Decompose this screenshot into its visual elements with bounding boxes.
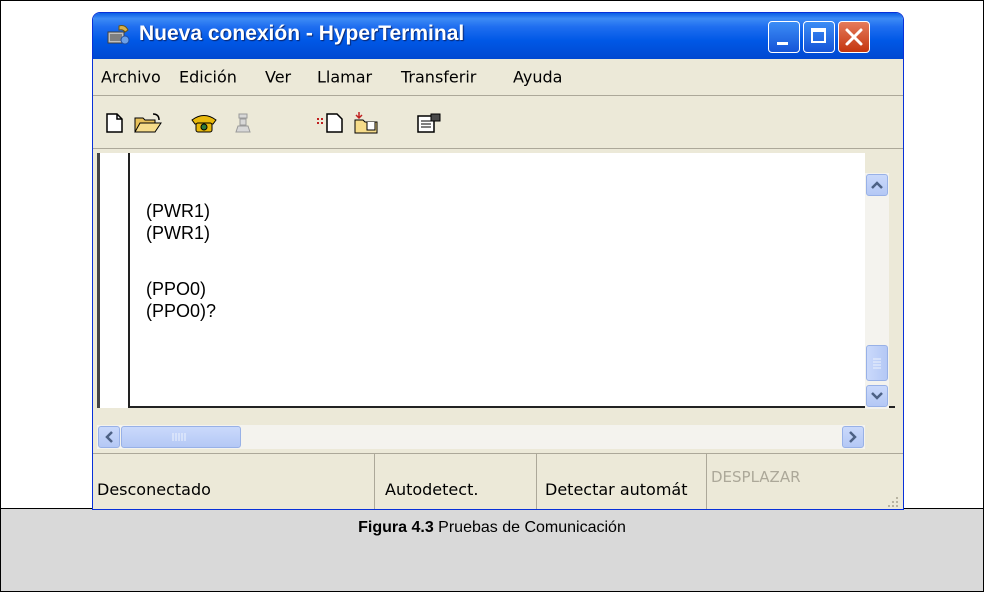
title-bar[interactable]: Nueva conexión - HyperTerminal	[93, 13, 903, 59]
status-scroll: DESPLAZAR	[711, 468, 801, 486]
caption-label: Figura 4.3	[358, 519, 434, 536]
menu-llamar[interactable]: Llamar	[317, 68, 372, 87]
status-autodetect: Autodetect.	[385, 480, 479, 499]
terminal-screen[interactable]: (PWR1) (PWR1) (PPO0) (PPO0)?	[97, 153, 895, 408]
menu-edicion[interactable]: Edición	[179, 68, 237, 87]
status-autodetect-cell: Autodetect.	[375, 454, 537, 509]
status-detect-cell: Detectar automát	[537, 454, 707, 509]
status-connection: Desconectado	[97, 480, 211, 499]
menu-bar: Archivo Edición Ver Llamar Transferir Ay…	[93, 59, 903, 96]
menu-ayuda[interactable]: Ayuda	[513, 68, 562, 87]
terminal-line: (PPO0)?	[146, 301, 217, 321]
status-scroll-cell: DESPLAZAR	[707, 454, 901, 509]
disconnect-icon[interactable]	[233, 112, 257, 134]
status-connection-cell: Desconectado	[93, 454, 375, 509]
horizontal-scroll-thumb[interactable]	[121, 426, 241, 448]
figure-caption: Figura 4.3 Pruebas de Comunicación	[1, 519, 983, 537]
status-detect: Detectar automát	[545, 480, 688, 499]
new-icon[interactable]	[103, 112, 127, 134]
close-button[interactable]	[838, 21, 870, 53]
terminal-line: (PPO0)	[146, 279, 207, 299]
status-bar: Desconectado Autodetect. Detectar automá…	[93, 453, 903, 509]
window-title: Nueva conexión - HyperTerminal	[139, 22, 465, 45]
send-icon[interactable]	[315, 112, 345, 134]
menu-ver[interactable]: Ver	[265, 68, 291, 87]
minimize-icon	[777, 42, 788, 45]
scroll-down-button[interactable]	[866, 385, 888, 407]
scrollbar-corner	[865, 425, 889, 449]
resize-grip-icon[interactable]	[885, 494, 899, 508]
close-icon	[839, 22, 869, 52]
maximize-button[interactable]	[803, 21, 835, 53]
terminal-gutter	[100, 153, 130, 408]
call-icon[interactable]	[189, 112, 219, 134]
hyperterminal-icon[interactable]	[105, 23, 131, 47]
terminal-line: (PWR1)	[146, 201, 210, 221]
scroll-right-button[interactable]	[842, 426, 864, 448]
scroll-up-button[interactable]	[866, 174, 888, 196]
minimize-button[interactable]	[768, 21, 800, 53]
scroll-left-button[interactable]	[98, 426, 120, 448]
open-folder-icon[interactable]	[133, 112, 163, 134]
terminal-line: (PWR1)	[146, 223, 210, 243]
terminal-bottom-border	[130, 406, 895, 408]
toolbar	[93, 96, 903, 149]
vertical-scroll-thumb[interactable]	[866, 345, 888, 381]
receive-icon[interactable]	[353, 112, 383, 134]
properties-icon[interactable]	[415, 112, 445, 134]
menu-transferir[interactable]: Transferir	[401, 68, 476, 87]
horizontal-scrollbar[interactable]	[97, 425, 865, 449]
caption-text: Pruebas de Comunicación	[438, 519, 626, 536]
vertical-scrollbar[interactable]	[865, 173, 889, 409]
menu-archivo[interactable]: Archivo	[101, 68, 161, 87]
maximize-icon	[811, 28, 826, 43]
caption-cell: Figura 4.3 Pruebas de Comunicación	[1, 509, 983, 591]
hyperterminal-window: Nueva conexión - HyperTerminal Archivo E…	[92, 12, 904, 510]
